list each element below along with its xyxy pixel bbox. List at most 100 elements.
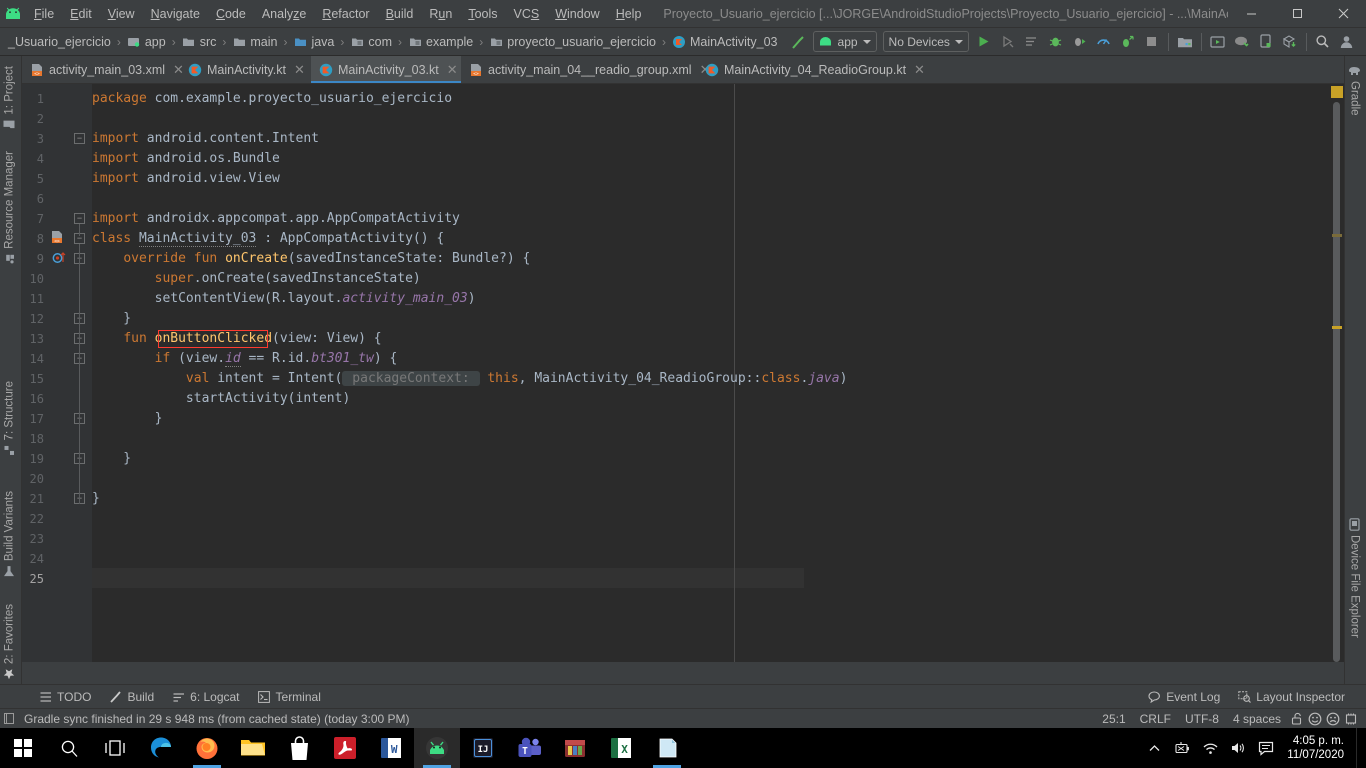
sidebar-item-project[interactable]: 1: Project bbox=[3, 66, 16, 132]
user-account-button[interactable] bbox=[1335, 30, 1359, 54]
breadcrumb-item-src[interactable]: src bbox=[180, 28, 219, 56]
stop-button[interactable] bbox=[1140, 30, 1164, 54]
run-coverage-button[interactable] bbox=[1116, 30, 1140, 54]
editor-marker-bar[interactable] bbox=[1330, 84, 1344, 662]
override-method-gutter-icon[interactable] bbox=[52, 250, 68, 265]
warning-marker[interactable] bbox=[1332, 234, 1342, 237]
indent-setting[interactable]: 4 spaces bbox=[1226, 712, 1288, 726]
device-selector[interactable]: No Devices bbox=[882, 31, 969, 52]
menu-window[interactable]: Window bbox=[547, 0, 607, 28]
microsoft-teams-icon[interactable]: T bbox=[506, 728, 552, 768]
bottom-tool-terminal[interactable]: Terminal bbox=[249, 685, 330, 709]
debug-button[interactable] bbox=[1044, 30, 1068, 54]
menu-help[interactable]: Help bbox=[608, 0, 650, 28]
speaker-icon[interactable] bbox=[1225, 728, 1251, 768]
tab-mainactivity-kt[interactable]: MainActivity.kt ✕ bbox=[180, 56, 311, 83]
notification-bubble-icon[interactable] bbox=[1253, 728, 1279, 768]
close-icon[interactable]: ✕ bbox=[294, 63, 305, 76]
fold-handle-import-androidx[interactable]: − bbox=[74, 213, 85, 224]
bottom-tool-logcat[interactable]: 6: Logcat bbox=[163, 685, 248, 709]
breadcrumb-item-app[interactable]: app bbox=[125, 28, 168, 56]
menu-tools[interactable]: Tools bbox=[460, 0, 505, 28]
wifi-icon[interactable] bbox=[1197, 728, 1223, 768]
show-desktop-button[interactable] bbox=[1356, 728, 1362, 768]
menu-view[interactable]: View bbox=[100, 0, 143, 28]
intellij-idea-icon[interactable]: IJ bbox=[460, 728, 506, 768]
inspection-status-icon[interactable] bbox=[1331, 86, 1343, 98]
firefox-icon[interactable] bbox=[184, 728, 230, 768]
breadcrumb-item-java[interactable]: java bbox=[291, 28, 336, 56]
menu-run[interactable]: Run bbox=[421, 0, 460, 28]
breadcrumb-item-package[interactable]: proyecto_usuario_ejercicio bbox=[487, 28, 658, 56]
winrar-icon[interactable] bbox=[552, 728, 598, 768]
menu-analyze[interactable]: Analyze bbox=[254, 0, 314, 28]
sidebar-item-gradle[interactable]: Gradle bbox=[1348, 64, 1361, 116]
editor-gutter[interactable]: 1 2 3 4 5 6 7 8 9 10 11 12 13 14 15 16 1… bbox=[22, 84, 92, 662]
tab-mainactivity-03-kt[interactable]: MainActivity_03.kt ✕ bbox=[311, 56, 461, 83]
profiler-button[interactable] bbox=[1092, 30, 1116, 54]
error-marker[interactable] bbox=[1332, 326, 1342, 329]
unlocked-padlock-icon[interactable] bbox=[1288, 710, 1306, 728]
menu-vcs[interactable]: VCS bbox=[506, 0, 548, 28]
menu-code[interactable]: Code bbox=[208, 0, 254, 28]
breadcrumb-item-example[interactable]: example bbox=[406, 28, 475, 56]
maximize-button[interactable] bbox=[1274, 0, 1320, 28]
tab-activity-main-04-readio-group-xml[interactable]: <> activity_main_04__readio_group.xml ✕ bbox=[461, 56, 711, 83]
code-text[interactable]: package com.example.proyecto_usuario_eje… bbox=[92, 84, 1344, 662]
close-icon[interactable]: ✕ bbox=[447, 63, 458, 76]
search-magnifier-icon[interactable] bbox=[46, 728, 92, 768]
chevron-up-icon[interactable] bbox=[1141, 728, 1167, 768]
memory-indicator-icon[interactable] bbox=[1342, 710, 1360, 728]
smiley-sad-icon[interactable] bbox=[1324, 710, 1342, 728]
menu-refactor[interactable]: Refactor bbox=[314, 0, 377, 28]
run-button[interactable] bbox=[972, 30, 996, 54]
sidebar-item-structure[interactable]: 7: Structure bbox=[3, 381, 16, 457]
sidebar-item-device-file-explorer[interactable]: Device File Explorer bbox=[1348, 518, 1361, 638]
menu-edit[interactable]: Edit bbox=[62, 0, 100, 28]
sync-gradle-button[interactable] bbox=[1230, 30, 1254, 54]
menu-navigate[interactable]: Navigate bbox=[143, 0, 208, 28]
breadcrumb-item-class[interactable]: MainActivity_03 bbox=[670, 28, 780, 56]
microsoft-word-icon[interactable]: W bbox=[368, 728, 414, 768]
download-component-button[interactable] bbox=[1278, 30, 1302, 54]
microsoft-store-icon[interactable] bbox=[276, 728, 322, 768]
bottom-tool-layout-inspector[interactable]: Layout Inspector bbox=[1229, 685, 1354, 709]
caret-position[interactable]: 25:1 bbox=[1095, 712, 1132, 726]
bottom-tool-event-log[interactable]: Event Log bbox=[1139, 685, 1229, 709]
line-separator[interactable]: CRLF bbox=[1133, 712, 1178, 726]
apply-changes-button[interactable] bbox=[996, 30, 1020, 54]
avd-manager-button[interactable] bbox=[1206, 30, 1230, 54]
adobe-acrobat-icon[interactable] bbox=[322, 728, 368, 768]
microsoft-excel-icon[interactable]: X bbox=[598, 728, 644, 768]
breadcrumb-item-com[interactable]: com bbox=[348, 28, 394, 56]
smiley-happy-icon[interactable] bbox=[1306, 710, 1324, 728]
bottom-tool-todo[interactable]: TODO bbox=[30, 685, 100, 709]
notification-icon[interactable] bbox=[0, 710, 18, 728]
sidebar-item-favorites[interactable]: 2: Favorites bbox=[3, 604, 16, 681]
close-button[interactable] bbox=[1320, 0, 1366, 28]
breadcrumb-item-main[interactable]: main bbox=[230, 28, 279, 56]
sticky-notes-icon[interactable] bbox=[644, 728, 690, 768]
tab-activity-main-03-xml[interactable]: <> activity_main_03.xml ✕ bbox=[22, 56, 184, 83]
bottom-tool-build[interactable]: Build bbox=[100, 685, 163, 709]
editor-scrollbar-thumb[interactable] bbox=[1333, 102, 1340, 662]
breadcrumb-item-project[interactable]: _Usuario_ejercicio bbox=[2, 28, 113, 56]
task-view-icon[interactable] bbox=[92, 728, 138, 768]
apply-code-changes-button[interactable] bbox=[1020, 30, 1044, 54]
taskbar-clock[interactable]: 4:05 p. m. 11/07/2020 bbox=[1281, 728, 1354, 768]
file-encoding[interactable]: UTF-8 bbox=[1178, 712, 1226, 726]
battery-icon[interactable] bbox=[1169, 728, 1195, 768]
build-hammer-icon[interactable] bbox=[786, 30, 810, 54]
device-monitor-button[interactable] bbox=[1254, 30, 1278, 54]
sdk-manager-button[interactable] bbox=[1173, 30, 1197, 54]
minimize-button[interactable] bbox=[1228, 0, 1274, 28]
run-configuration-selector[interactable]: app bbox=[812, 31, 877, 52]
android-xml-gutter-icon[interactable]: <> bbox=[50, 230, 65, 245]
tab-mainactivity-04-readiogroup-kt[interactable]: MainActivity_04_ReadioGroup.kt ✕ bbox=[697, 56, 925, 83]
file-explorer-icon[interactable] bbox=[230, 728, 276, 768]
menu-file[interactable]: FFileile bbox=[26, 0, 62, 28]
microsoft-edge-icon[interactable] bbox=[138, 728, 184, 768]
close-icon[interactable]: ✕ bbox=[914, 63, 925, 76]
attach-debugger-button[interactable] bbox=[1068, 30, 1092, 54]
sidebar-item-resource-manager[interactable]: Resource Manager bbox=[3, 151, 16, 266]
